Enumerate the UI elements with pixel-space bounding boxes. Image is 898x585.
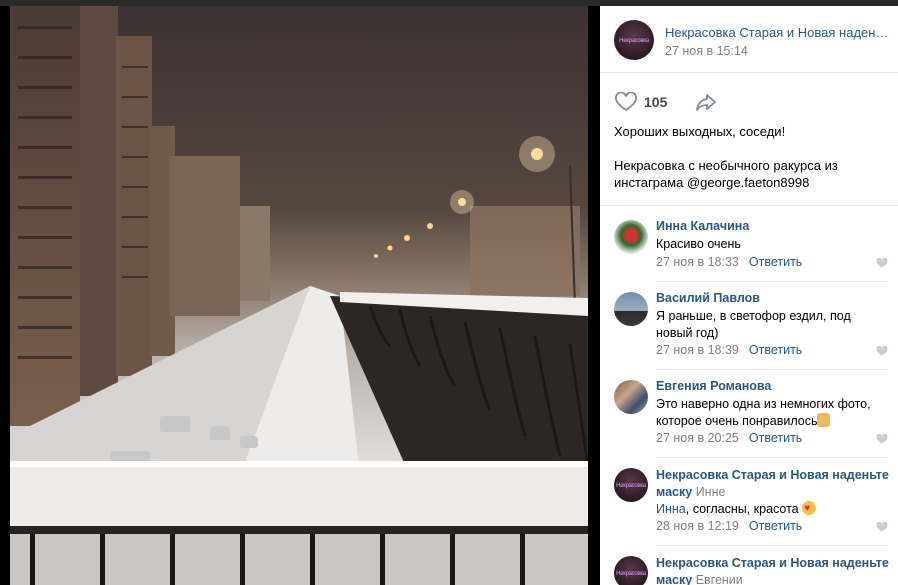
- comment-like-icon[interactable]: [876, 522, 888, 532]
- comments-list: Инна Калачина Красиво очень 27 ноя в 18:…: [600, 205, 898, 585]
- post-side-panel: Некрасовка Некрасовка Старая и Новая над…: [600, 6, 898, 585]
- comment-text-body: Это наверно одна из немногих фото, котор…: [656, 397, 871, 428]
- share-arrow-icon[interactable]: [694, 92, 718, 112]
- group-avatar-logo-text: Некрасовка: [616, 482, 646, 489]
- heart-outline-icon[interactable]: [614, 92, 638, 112]
- comment-author[interactable]: Некрасовка Старая и Новая наденьте маску: [656, 556, 889, 585]
- comment-date[interactable]: 28 ноя в 12:19: [656, 519, 739, 533]
- comment-date[interactable]: 27 ноя в 18:33: [656, 255, 739, 269]
- comment: Некрасовка Некрасовка Старая и Новая над…: [600, 458, 898, 546]
- comment-meta: 28 ноя в 12:19 Ответить: [656, 519, 802, 533]
- comment-text: Инна, согласны, красота: [656, 500, 886, 518]
- like-count[interactable]: 105: [644, 94, 667, 110]
- reply-button[interactable]: Ответить: [749, 519, 802, 533]
- thumbs-up-emoji-icon: [817, 413, 831, 427]
- commenter-avatar[interactable]: [614, 380, 648, 414]
- post-date[interactable]: 27 ноя в 15:14: [665, 44, 748, 58]
- comment-author[interactable]: Инна Калачина: [656, 219, 749, 233]
- comment-date[interactable]: 27 ноя в 18:39: [656, 343, 739, 357]
- group-avatar-logo-text: Некрасовка: [616, 570, 646, 577]
- comment-meta: 27 ноя в 20:25 Ответить: [656, 431, 802, 445]
- comment: Инна Калачина Красиво очень 27 ноя в 18:…: [600, 206, 898, 282]
- reply-to-name[interactable]: Инне: [696, 485, 726, 499]
- mention-link[interactable]: Инна: [656, 502, 686, 516]
- snowy-city-photo: [10, 6, 588, 585]
- reply-button[interactable]: Ответить: [749, 343, 802, 357]
- commenter-avatar[interactable]: Некрасовка: [614, 468, 648, 502]
- commenter-avatar[interactable]: Некрасовка: [614, 556, 648, 585]
- comment-text: Красиво очень: [656, 237, 741, 251]
- comment-meta: 27 ноя в 18:39 Ответить: [656, 343, 802, 357]
- heart-eyes-emoji-icon: [802, 500, 817, 517]
- comment-author[interactable]: Василий Павлов: [656, 291, 760, 305]
- comment: Некрасовка Некрасовка Старая и Новая над…: [600, 546, 898, 585]
- reply-button[interactable]: Ответить: [749, 431, 802, 445]
- comment-meta: 27 ноя в 18:33 Ответить: [656, 255, 802, 269]
- comment-like-icon[interactable]: [876, 346, 888, 356]
- comment: Евгения Романова Это наверно одна из нем…: [600, 370, 898, 458]
- group-avatar[interactable]: Некрасовка: [614, 20, 654, 60]
- comment-author[interactable]: Евгения Романова: [656, 379, 771, 393]
- comment: Василий Павлов Я раньше, в светофор езди…: [600, 282, 898, 370]
- comment-date[interactable]: 27 ноя в 20:25: [656, 431, 739, 445]
- post-text: Хороших выходных, соседи! Некрасовка с н…: [614, 123, 884, 191]
- reply-button[interactable]: Ответить: [749, 255, 802, 269]
- commenter-avatar[interactable]: [614, 220, 648, 254]
- comment-author-line: Некрасовка Старая и Новая наденьте маску…: [656, 555, 891, 585]
- post-text-line-1: Хороших выходных, соседи!: [614, 124, 786, 139]
- comment-like-icon[interactable]: [876, 434, 888, 444]
- post-header: Некрасовка Некрасовка Старая и Новая над…: [600, 6, 898, 73]
- group-name-link[interactable]: Некрасовка Старая и Новая наден…: [665, 25, 890, 40]
- post-photo[interactable]: [10, 6, 588, 585]
- comment-text: Я раньше, в светофор ездил, под новый го…: [656, 309, 851, 340]
- group-avatar-logo-text: Некрасовка: [619, 37, 649, 44]
- reply-to-name[interactable]: Евгении: [696, 573, 743, 585]
- comment-text-body: , согласны, красота: [685, 502, 799, 516]
- post-text-line-2: Некрасовка с необычного ракурса из инста…: [614, 158, 838, 190]
- comment-author-line: Некрасовка Старая и Новая наденьте маску…: [656, 467, 891, 501]
- commenter-avatar[interactable]: [614, 292, 648, 326]
- comment-author[interactable]: Некрасовка Старая и Новая наденьте маску: [656, 468, 889, 499]
- comment-text: Это наверно одна из немногих фото, котор…: [656, 396, 886, 430]
- post-actions: 105: [600, 90, 898, 114]
- comment-like-icon[interactable]: [876, 258, 888, 268]
